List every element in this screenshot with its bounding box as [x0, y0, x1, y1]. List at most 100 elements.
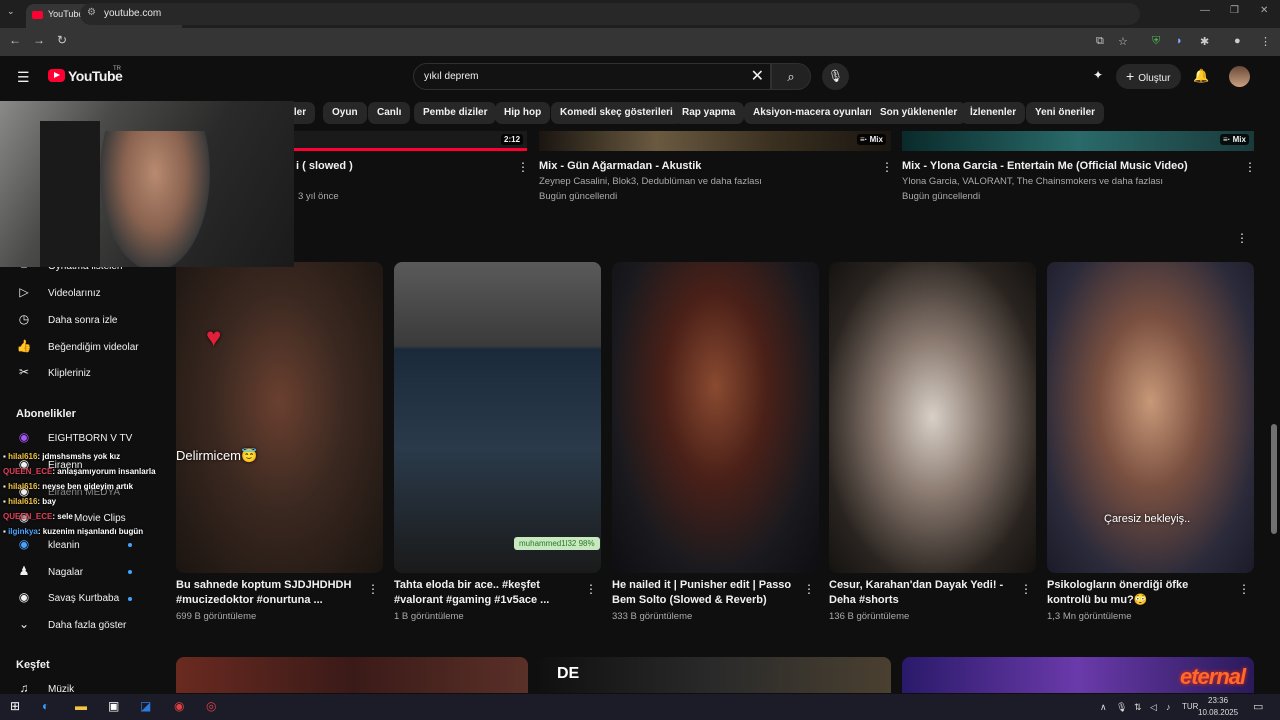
notifications-bell-icon[interactable]: 🔔 [1193, 68, 1209, 84]
short-thumbnail[interactable]: Çaresiz bekleyiş.. [1047, 262, 1254, 573]
more-options-icon[interactable]: ⋮ [881, 160, 893, 174]
chrome-icon[interactable]: ◉ [174, 699, 184, 713]
chip-hip-hop[interactable]: Hip hop [495, 102, 551, 124]
obs-icon[interactable]: ◎ [206, 699, 216, 713]
edge-icon[interactable]: ◐ [42, 699, 49, 713]
video-title[interactable]: i ( slowed ) [296, 159, 353, 174]
more-options-icon[interactable]: ⋮ [803, 582, 815, 596]
file-explorer-icon[interactable]: ▬ [75, 699, 87, 713]
browser-toolbar [0, 28, 1280, 56]
chip-rap-yapma[interactable]: Rap yapma [673, 102, 745, 124]
video-play-icon: ▷ [19, 285, 29, 299]
store-icon[interactable]: ▣ [108, 699, 119, 713]
reload-icon[interactable]: ↻ [57, 33, 67, 47]
more-options-icon[interactable]: ⋮ [367, 582, 379, 596]
video-title[interactable]: Mix - Gün Ağarmadan - Akustik [539, 159, 701, 174]
chip-komedi[interactable]: Komedi skeç gösterileri [551, 102, 682, 124]
install-app-icon[interactable]: ⧉ [1096, 35, 1104, 48]
search-query-text: yıkıl deprem [424, 71, 479, 82]
bookmark-star-icon[interactable]: ☆ [1118, 35, 1128, 48]
search-button[interactable]: ⌕ [771, 63, 811, 90]
logo-region: TR [113, 66, 121, 72]
menu-hamburger-icon[interactable]: ☰ [17, 69, 30, 86]
tray-mic-icon[interactable]: 🎙 [1116, 702, 1127, 713]
tab-search-icon[interactable]: ⌄ [7, 6, 15, 17]
chip-pembe-diziler[interactable]: Pembe diziler [414, 102, 497, 124]
chip-son-yuklenenler[interactable]: Son yüklenenler [871, 102, 967, 124]
short-title[interactable]: Tahta eloda bir ace.. #keşfet #valorant … [394, 578, 579, 608]
voice-search-button[interactable]: 🎙 [822, 63, 849, 90]
tray-speaker-icon[interactable]: ◁ [1150, 702, 1157, 713]
chip-izlenenler[interactable]: İzlenenler [961, 102, 1026, 124]
more-options-icon[interactable]: ⋮ [1244, 160, 1256, 174]
more-options-icon[interactable]: ⋮ [1238, 582, 1250, 596]
page-scrollbar-track[interactable] [1270, 98, 1278, 694]
windows-start-icon[interactable]: ⊞ [10, 699, 20, 713]
short-thumbnail[interactable]: ♥ Delirmicem😇 [176, 262, 383, 573]
extension-shield-icon[interactable]: ⛨ [1152, 35, 1160, 48]
video-thumbnail[interactable]: DE [539, 657, 891, 693]
short-title[interactable]: He nailed it | Punisher edit | Passo Bem… [612, 578, 797, 608]
tray-network-icon[interactable]: ⇅ [1134, 702, 1142, 713]
video-thumbnail[interactable] [294, 131, 527, 151]
short-thumbnail[interactable]: muhammed1l32 98% [394, 262, 601, 573]
chip-oyun[interactable]: Oyun [323, 102, 367, 124]
outlook-icon[interactable]: ◪ [140, 699, 151, 713]
channel-avatar-icon: ◉ [18, 430, 30, 444]
short-thumbnail[interactable] [829, 262, 1036, 573]
address-bar[interactable]: ⚙ youtube.com [80, 3, 1140, 25]
chat-message: ▪ hilal616: neyse ben gideyim artık [3, 482, 134, 491]
chip-aksiyon[interactable]: Aksiyon-macera oyunları [744, 102, 881, 124]
short-title[interactable]: Bu sahnede koptum SJDJHDHDH #mucizedokto… [176, 578, 361, 608]
window-close-icon[interactable]: ✕ [1260, 5, 1268, 16]
browser-menu-icon[interactable]: ⋮ [1260, 35, 1271, 48]
avatar[interactable] [1229, 66, 1250, 87]
video-title[interactable]: Mix - Ylona Garcia - Entertain Me (Offic… [902, 159, 1188, 174]
back-icon[interactable]: ← [9, 33, 21, 47]
shorts-section-options-icon[interactable]: ⋮ [1236, 231, 1248, 245]
short-views: 136 B görüntüleme [829, 611, 910, 622]
clock-icon: ◷ [18, 312, 30, 326]
minimize-icon[interactable]: — [1200, 5, 1210, 16]
watch-progress-bar [294, 148, 527, 151]
short-title[interactable]: Psikologların önerdiği öfke kontrolü bu … [1047, 578, 1232, 608]
short-overlay-text: Delirmicem😇 [176, 448, 258, 463]
more-options-icon[interactable]: ⋮ [517, 160, 529, 174]
site-info-icon[interactable]: ⚙ [87, 7, 96, 18]
stream-logo: eternal [1180, 664, 1246, 689]
short-title[interactable]: Cesur, Karahan'dan Dayak Yedi! - Deha #s… [829, 578, 1014, 608]
mix-thumbnail[interactable] [539, 131, 891, 151]
profile-icon[interactable]: ● [1234, 35, 1241, 47]
clear-search-icon[interactable]: ✕ [751, 66, 764, 86]
chip-canli[interactable]: Canlı [368, 102, 411, 124]
more-options-icon[interactable]: ⋮ [1020, 582, 1032, 596]
taskbar-clock[interactable]: 23:36 10.08.2025 [1198, 695, 1238, 719]
tab-title: YouTube [48, 9, 84, 19]
youtube-favicon-icon [32, 11, 43, 19]
more-options-icon[interactable]: ⋮ [585, 582, 597, 596]
mix-thumbnail[interactable] [902, 131, 1254, 151]
chat-message: ▪ hilal616: jdmshsmshs yok kız [3, 452, 121, 461]
create-button[interactable]: + Oluştur [1116, 64, 1181, 89]
channel-avatar-icon: ♟ [18, 564, 30, 578]
notification-center-icon[interactable]: ▭ [1253, 700, 1263, 713]
tray-chevron-icon[interactable]: ∧ [1100, 702, 1107, 713]
short-thumbnail[interactable] [612, 262, 819, 573]
restore-icon[interactable]: ❐ [1230, 5, 1239, 16]
video-thumbnail[interactable] [176, 657, 528, 693]
video-channels: Ylona Garcia, VALORANT, The Chainsmokers… [902, 176, 1164, 187]
webcam-chair [40, 121, 100, 267]
page-scrollbar-thumb[interactable] [1271, 424, 1277, 534]
chip-yeni-oneriler[interactable]: Yeni öneriler [1026, 102, 1105, 124]
keyboard-language[interactable]: TUR [1182, 702, 1198, 711]
youtube-logo-icon[interactable] [48, 69, 65, 82]
extension-audio-icon[interactable]: ◗ [1176, 35, 1183, 47]
music-note-icon: ♫ [19, 681, 29, 695]
channel-avatar-icon: ◉ [18, 537, 30, 551]
tray-volume-icon[interactable]: ♪ [1166, 702, 1171, 712]
forward-icon[interactable]: → [33, 33, 45, 47]
short-overlay-text: Çaresiz bekleyiş.. [1104, 513, 1191, 525]
extensions-puzzle-icon[interactable]: ✱ [1200, 35, 1209, 48]
search-input[interactable]: yıkıl deprem ✕ [413, 63, 771, 90]
cast-icon[interactable]: ✦ [1093, 68, 1103, 82]
